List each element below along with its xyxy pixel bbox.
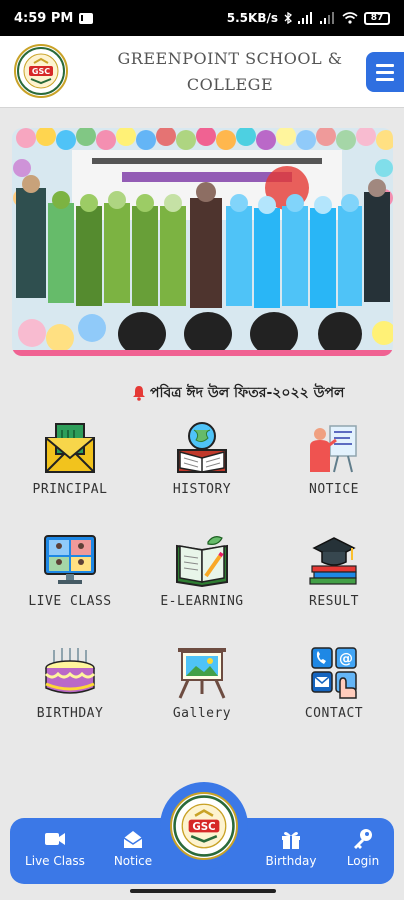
battery-icon: 87: [364, 11, 390, 25]
banner-image[interactable]: [12, 128, 393, 356]
key-icon: [354, 829, 372, 849]
status-bar: 4:59 PM 5.5KB/s 87: [0, 0, 404, 36]
open-book-pencil-icon: [176, 536, 228, 588]
grid-label: Gallery: [172, 706, 232, 721]
envelope-icon: [45, 423, 95, 473]
inbox-icon: [123, 831, 143, 848]
video-camera-icon: [45, 833, 65, 845]
nav-birthday[interactable]: Birthday: [256, 828, 326, 868]
wifi-icon: [342, 12, 358, 24]
grid-item-birthday[interactable]: BIRTHDAY: [10, 644, 130, 721]
grid-item-result[interactable]: RESULT: [274, 532, 394, 609]
center-home-button[interactable]: GSC: [160, 782, 248, 870]
menu-bar: [376, 63, 394, 67]
presentation-board-icon: [310, 425, 357, 473]
svg-text:GSC: GSC: [32, 67, 50, 76]
school-logo[interactable]: GSC: [14, 44, 68, 98]
menu-bar: [376, 77, 394, 81]
contact-grid-icon: @: [311, 647, 357, 699]
school-title: GREENPOINT SCHOOL & COLLEGE: [110, 46, 350, 98]
grid-item-principal[interactable]: PRINCIPAL: [10, 420, 130, 497]
grid-item-notice[interactable]: NOTICE: [274, 420, 394, 497]
easel-picture-icon: [178, 648, 226, 699]
svg-text:@: @: [339, 651, 353, 667]
nav-login[interactable]: Login: [328, 828, 398, 868]
app-header: GSC GREENPOINT SCHOOL & COLLEGE: [0, 36, 404, 108]
grid-label: PRINCIPAL: [32, 482, 108, 497]
bluetooth-icon: [284, 12, 292, 24]
nav-label: Login: [346, 854, 380, 868]
ticker-text: পবিত্র ঈদ উল ফিতর-২০২২ উপল: [150, 385, 345, 401]
school-logo: GSC: [170, 792, 238, 860]
message-icon: [79, 12, 96, 24]
grid-label: BIRTHDAY: [36, 706, 104, 721]
birthday-cake-icon: [44, 648, 96, 694]
graduation-cap-books-icon: [309, 537, 357, 585]
grid-label: HISTORY: [172, 482, 232, 497]
signal-icon-2: [320, 12, 334, 24]
school-title-line2: COLLEGE: [186, 75, 274, 94]
nav-label: Birthday: [265, 854, 317, 868]
event-photo: [12, 128, 393, 356]
video-conference-icon: [44, 535, 96, 584]
status-time: 4:59 PM: [14, 10, 74, 26]
grid-label: NOTICE: [309, 482, 359, 497]
school-title-line1: GREENPOINT SCHOOL &: [117, 49, 343, 68]
nav-label: Live Class: [25, 854, 85, 868]
grid-label: LIVE CLASS: [28, 594, 112, 609]
status-net-speed: 5.5KB/s: [226, 11, 278, 25]
menu-bar: [376, 70, 394, 74]
svg-text:GSC: GSC: [192, 821, 215, 833]
nav-live-class[interactable]: Live Class: [20, 828, 90, 868]
grid-item-e-learning[interactable]: E-LEARNING: [142, 532, 262, 609]
notice-ticker[interactable]: পবিত্র ঈদ উল ফিতর-২০২২ উপল: [132, 380, 404, 406]
gift-icon: [282, 832, 300, 849]
hamburger-menu-button[interactable]: [366, 52, 404, 92]
home-indicator[interactable]: [130, 889, 276, 893]
grid-label: RESULT: [309, 594, 359, 609]
grid-item-live-class[interactable]: LIVE CLASS: [10, 532, 130, 609]
book-globe-icon: [177, 422, 227, 473]
signal-icon: [298, 12, 312, 24]
grid-label: CONTACT: [304, 706, 364, 721]
grid-item-gallery[interactable]: Gallery: [142, 644, 262, 721]
grid-label: E-LEARNING: [160, 594, 244, 609]
grid-item-contact[interactable]: @ CONTACT: [274, 644, 394, 721]
bell-icon: [133, 386, 145, 401]
grid-item-history[interactable]: HISTORY: [142, 420, 262, 497]
nav-label: Notice: [113, 854, 153, 868]
nav-notice[interactable]: Notice: [98, 828, 168, 868]
